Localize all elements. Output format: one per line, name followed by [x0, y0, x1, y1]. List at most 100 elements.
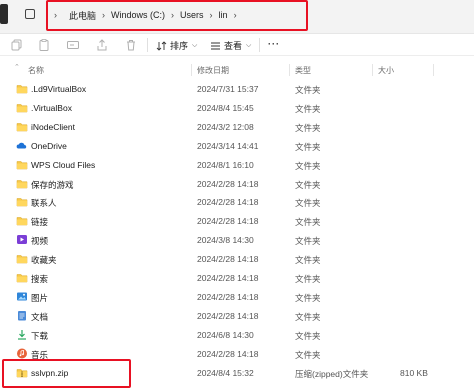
- file-date: 2024/2/28 14:18: [197, 216, 259, 227]
- file-row[interactable]: 保存的游戏 2024/2/28 14:18 文件夹: [0, 175, 474, 193]
- file-date: 2024/3/2 12:08: [197, 121, 254, 132]
- file-size: 810 KB: [400, 367, 428, 378]
- file-row[interactable]: 文档 2024/2/28 14:18 文件夹: [0, 307, 474, 325]
- chevron-right-icon: ›: [102, 10, 106, 20]
- column-name-header[interactable]: 名称: [28, 65, 44, 76]
- music-icon: [17, 348, 27, 359]
- toolbar-divider: [147, 38, 148, 52]
- folder-icon: [16, 104, 28, 113]
- file-row[interactable]: 联系人 2024/2/28 14:18 文件夹: [0, 193, 474, 211]
- file-name: 图片: [31, 292, 49, 303]
- folder-icon: [16, 179, 28, 188]
- sort-button[interactable]: 排序 ⌵: [156, 39, 197, 52]
- file-date: 2024/2/28 14:18: [197, 178, 259, 189]
- monitor-icon: [25, 9, 35, 19]
- share-icon[interactable]: [95, 38, 109, 52]
- window-edge: [0, 4, 8, 24]
- file-date: 2024/3/14 14:41: [197, 140, 259, 151]
- paste-icon[interactable]: [37, 38, 51, 52]
- chevron-down-icon: ⌵: [246, 41, 252, 49]
- file-row[interactable]: 搜索 2024/2/28 14:18 文件夹: [0, 269, 474, 287]
- file-row[interactable]: 链接 2024/2/28 14:18 文件夹: [0, 212, 474, 230]
- file-date: 2024/7/31 15:37: [197, 84, 259, 94]
- file-name: 下载: [31, 330, 49, 341]
- folder-icon: [16, 123, 28, 132]
- onedrive-icon: [16, 142, 27, 149]
- file-type: 文件夹: [295, 349, 321, 360]
- file-type: 文件夹: [295, 255, 321, 266]
- file-name: 保存的游戏: [31, 179, 74, 190]
- file-name: iNodeClient: [31, 121, 75, 132]
- documents-icon: [18, 310, 26, 321]
- file-date: 2024/2/28 14:18: [197, 273, 259, 283]
- chevron-right-icon: ›: [54, 10, 57, 20]
- highlight-box: [2, 359, 131, 388]
- column-type-header[interactable]: 类型: [295, 65, 311, 76]
- folder-icon: [16, 255, 28, 264]
- folder-icon: [16, 217, 28, 226]
- breadcrumb: › 此电脑 › Windows (C:) › Users › lin ›: [54, 8, 243, 22]
- breadcrumb-item-users[interactable]: Users: [180, 10, 204, 20]
- view-button[interactable]: 查看 ⌵: [210, 39, 251, 52]
- file-type: 文件夹: [295, 274, 321, 284]
- breadcrumb-item-this-pc[interactable]: 此电脑: [69, 9, 96, 22]
- file-name: 视频: [31, 236, 49, 247]
- file-row[interactable]: .Ld9VirtualBox 2024/7/31 15:37 文件夹: [0, 80, 474, 98]
- breadcrumb-item-lin[interactable]: lin: [219, 10, 228, 20]
- sort-indicator-icon: ⌃: [14, 64, 20, 71]
- file-name: .VirtualBox: [31, 102, 72, 113]
- command-bar: 排序 ⌵ 查看 ⌵ ···: [0, 34, 474, 56]
- file-type: 文件夹: [295, 311, 321, 322]
- rename-icon[interactable]: [66, 38, 80, 52]
- copy-icon[interactable]: [10, 38, 24, 52]
- file-row[interactable]: OneDrive 2024/3/14 14:41 文件夹: [0, 137, 474, 155]
- file-date: 2024/8/4 15:32: [197, 367, 254, 378]
- file-type: 文件夹: [295, 122, 321, 133]
- file-date: 2024/8/4 15:45: [197, 102, 254, 113]
- folder-icon: [16, 85, 28, 94]
- file-date: 2024/2/28 14:18: [197, 254, 259, 265]
- file-row[interactable]: iNodeClient 2024/3/2 12:08 文件夹: [0, 118, 474, 136]
- file-type: 文件夹: [295, 179, 321, 190]
- column-divider[interactable]: [372, 64, 373, 76]
- file-date: 2024/2/28 14:18: [197, 197, 259, 208]
- file-row[interactable]: 图片 2024/2/28 14:18 文件夹: [0, 288, 474, 306]
- folder-icon: [16, 160, 28, 169]
- file-name: 搜索: [31, 274, 49, 284]
- file-date: 2024/2/28 14:18: [197, 348, 259, 359]
- address-bar-area: › 此电脑 › Windows (C:) › Users › lin ›: [0, 0, 474, 34]
- file-type: 文件夹: [295, 85, 321, 95]
- file-date: 2024/2/28 14:18: [197, 291, 259, 302]
- file-row[interactable]: 收藏夹 2024/2/28 14:18 文件夹: [0, 250, 474, 268]
- video-icon: [17, 235, 27, 245]
- pictures-icon: [17, 292, 27, 301]
- file-row[interactable]: 视频 2024/3/8 14:30 文件夹: [0, 231, 474, 249]
- file-row[interactable]: .VirtualBox 2024/8/4 15:45 文件夹: [0, 99, 474, 117]
- folder-icon: [16, 198, 28, 207]
- file-row[interactable]: WPS Cloud Files 2024/8/1 16:10 文件夹: [0, 156, 474, 174]
- file-date: 2024/6/8 14:30: [197, 329, 254, 340]
- delete-icon[interactable]: [124, 38, 138, 52]
- file-name: 联系人: [31, 198, 57, 209]
- column-divider[interactable]: [191, 64, 192, 76]
- sort-icon: [156, 40, 167, 51]
- file-name: 链接: [31, 217, 49, 228]
- column-size-header[interactable]: 大小: [378, 65, 394, 76]
- file-row[interactable]: 下载 2024/6/8 14:30 文件夹: [0, 326, 474, 344]
- file-type: 文件夹: [295, 292, 321, 303]
- file-name: 收藏夹: [31, 255, 57, 266]
- more-options-button[interactable]: ···: [268, 39, 280, 49]
- column-divider[interactable]: [289, 64, 290, 76]
- column-header: ⌃ 名称 修改日期 类型 大小: [0, 62, 474, 78]
- chevron-right-icon[interactable]: ›: [234, 10, 237, 20]
- file-type: 文件夹: [295, 141, 321, 152]
- file-date: 2024/2/28 14:18: [197, 310, 259, 321]
- column-divider[interactable]: [433, 64, 434, 76]
- view-icon: [211, 42, 220, 49]
- file-type: 文件夹: [295, 198, 321, 209]
- column-date-header[interactable]: 修改日期: [197, 65, 229, 76]
- breadcrumb-item-c-drive[interactable]: Windows (C:): [111, 10, 165, 20]
- sort-label: 排序: [170, 41, 189, 51]
- file-type: 文件夹: [295, 330, 321, 341]
- chevron-right-icon: ›: [209, 10, 213, 20]
